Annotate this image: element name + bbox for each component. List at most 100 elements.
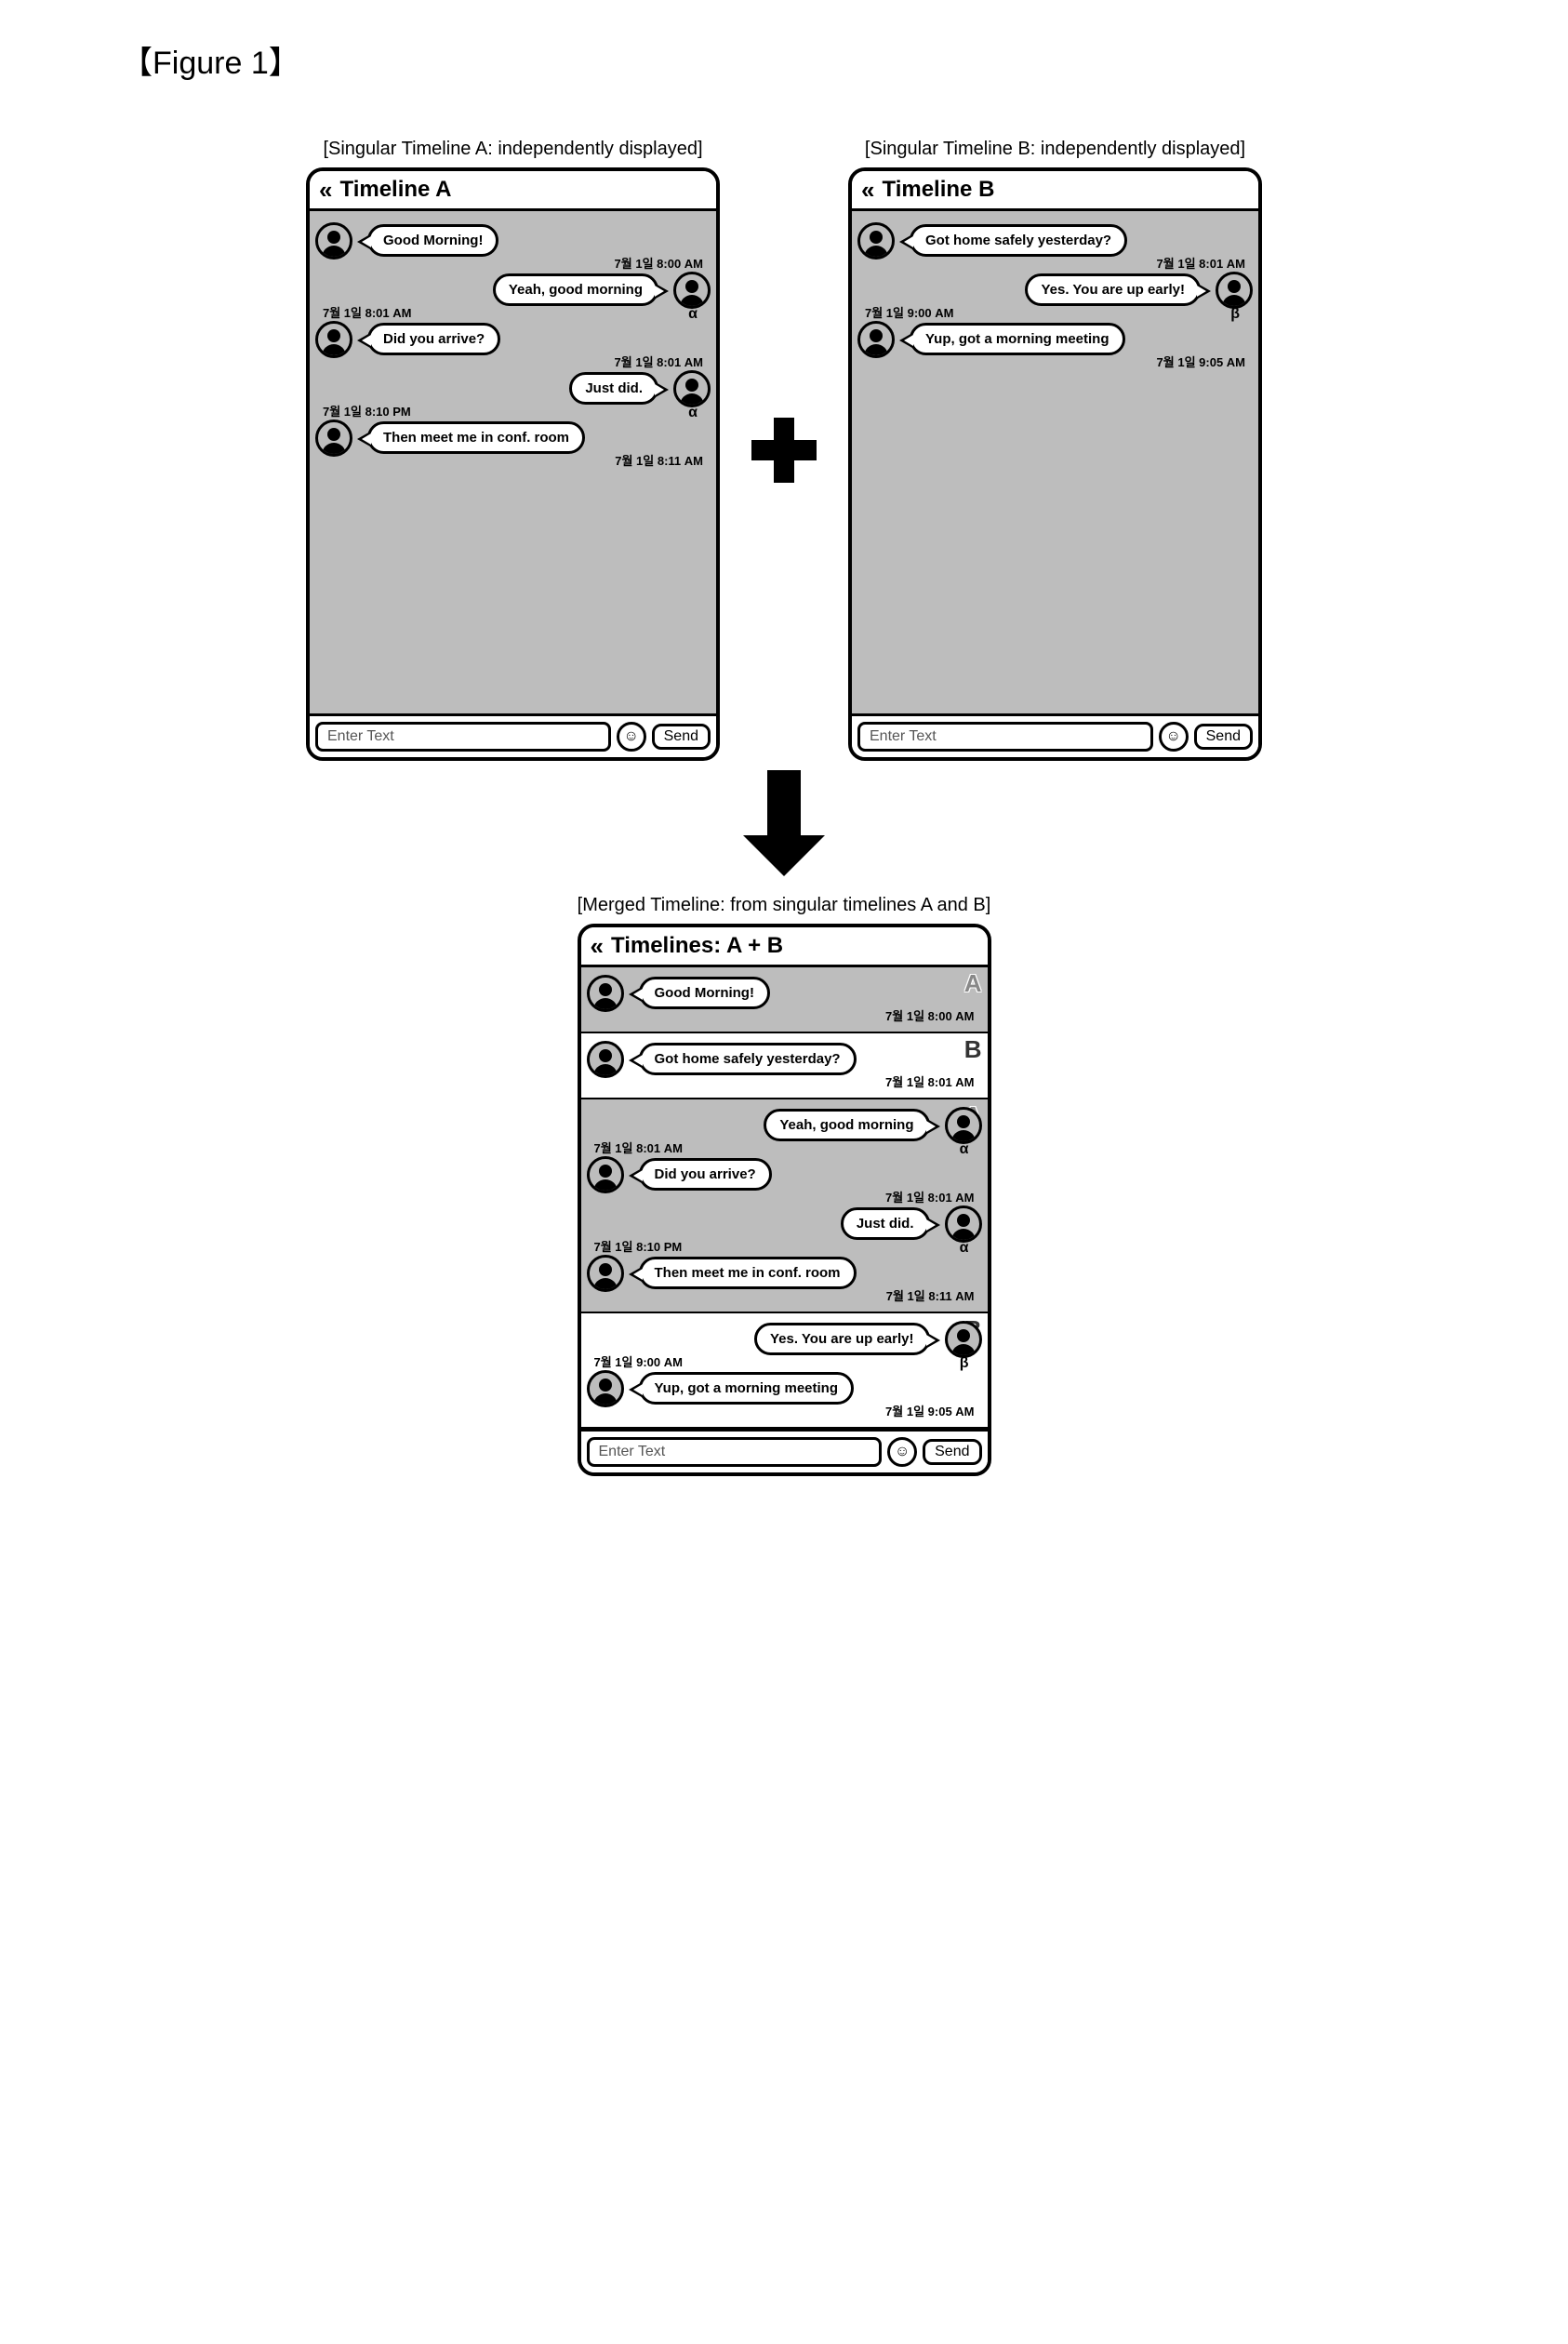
- message-bubble: Good Morning!: [367, 224, 498, 257]
- send-button-merged[interactable]: Send: [923, 1439, 981, 1465]
- message-bubble: Then meet me in conf. room: [367, 421, 585, 454]
- figure-title: 【Figure 1】: [121, 37, 1531, 83]
- message-bubble: Yes. You are up early!: [1025, 273, 1201, 306]
- message-timestamp: 7월 1일 8:11 AM: [886, 1286, 975, 1304]
- avatar-icon: [587, 1041, 624, 1078]
- top-row: [Singular Timeline A: independently disp…: [37, 139, 1531, 761]
- avatar-label: β: [1230, 306, 1240, 323]
- message-timestamp: 7월 1일 8:01 AM: [594, 1139, 683, 1156]
- back-chevron-icon[interactable]: «: [319, 178, 332, 202]
- message-timestamp: 7월 1일 8:00 AM: [615, 254, 703, 272]
- message-timestamp: 7월 1일 8:01 AM: [1157, 254, 1245, 272]
- message-timestamp: 7월 1일 8:01 AM: [885, 1188, 974, 1205]
- message-row: Then meet me in conf. room 7월 1일 8:11 AM: [315, 421, 711, 454]
- message-row: α Just did. 7월 1일 8:10 PM: [587, 1207, 982, 1240]
- phone-header-a: « Timeline A: [310, 171, 716, 211]
- avatar-icon: [587, 1156, 624, 1193]
- emoji-button-a[interactable]: ☺: [617, 722, 646, 752]
- chat-body-a: Good Morning! 7월 1일 8:00 AM α Yeah, good…: [310, 211, 716, 713]
- avatar-icon: [673, 272, 711, 309]
- message-timestamp: 7월 1일 8:01 AM: [323, 303, 411, 321]
- avatar-icon: [857, 321, 895, 358]
- message-row: β Yes. You are up early! 7월 1일 9:00 AM: [587, 1323, 982, 1355]
- message-bubble: Yeah, good morning: [493, 273, 658, 306]
- input-bar-merged: Enter Text ☺ Send: [581, 1429, 988, 1472]
- message-bubble: Yes. You are up early!: [754, 1323, 930, 1355]
- message-row: Yup, got a morning meeting 7월 1일 9:05 AM: [587, 1372, 982, 1405]
- message-row: Good Morning! 7월 1일 8:00 AM: [315, 224, 711, 257]
- caption-b: [Singular Timeline B: independently disp…: [865, 139, 1245, 160]
- message-timestamp: 7월 1일 8:00 AM: [885, 1006, 974, 1024]
- input-bar-a: Enter Text ☺ Send: [310, 713, 716, 757]
- message-timestamp: 7월 1일 8:10 PM: [323, 402, 411, 420]
- avatar-label: β: [960, 1355, 969, 1372]
- input-bar-b: Enter Text ☺ Send: [852, 713, 1258, 757]
- avatar-icon: [315, 321, 352, 358]
- phone-merged: « Timelines: A + B A Good Morning! 7월 1일…: [578, 924, 991, 1476]
- message-timestamp: 7월 1일 8:01 AM: [885, 1072, 974, 1090]
- message-bubble: Just did.: [569, 372, 658, 405]
- chat-body-b: Got home safely yesterday? 7월 1일 8:01 AM…: [852, 211, 1258, 713]
- merged-section: B β Yes. You are up early! 7월 1일 9:00 AM…: [581, 1312, 988, 1429]
- avatar-icon: [315, 420, 352, 457]
- avatar-label: α: [688, 405, 698, 421]
- message-bubble: Yup, got a morning meeting: [910, 323, 1125, 355]
- message-timestamp: 7월 1일 9:00 AM: [865, 303, 953, 321]
- message-row: Then meet me in conf. room 7월 1일 8:11 AM: [587, 1257, 982, 1289]
- phone-a: « Timeline A Good Morning! 7월 1일 8:00 AM…: [306, 167, 720, 761]
- avatar-icon: [587, 975, 624, 1012]
- message-bubble: Did you arrive?: [639, 1158, 772, 1191]
- plus-icon: [751, 418, 817, 483]
- message-timestamp: 7월 1일 9:00 AM: [594, 1352, 683, 1370]
- back-chevron-icon[interactable]: «: [591, 934, 604, 958]
- merged-section: B Got home safely yesterday? 7월 1일 8:01 …: [581, 1032, 988, 1099]
- message-bubble: Got home safely yesterday?: [639, 1043, 857, 1075]
- bottom-row: [Merged Timeline: from singular timeline…: [37, 895, 1531, 1476]
- message-row: Got home safely yesterday? 7월 1일 8:01 AM: [587, 1043, 982, 1075]
- message-bubble: Got home safely yesterday?: [910, 224, 1127, 257]
- caption-a: [Singular Timeline A: independently disp…: [323, 139, 702, 160]
- message-timestamp: 7월 1일 9:05 AM: [885, 1402, 974, 1419]
- text-input-merged[interactable]: Enter Text: [587, 1437, 883, 1467]
- message-bubble: Did you arrive?: [367, 323, 500, 355]
- avatar-icon: [945, 1205, 982, 1243]
- timeline-a-column: [Singular Timeline A: independently disp…: [306, 139, 720, 761]
- emoji-button-b[interactable]: ☺: [1159, 722, 1189, 752]
- message-row: Got home safely yesterday? 7월 1일 8:01 AM: [857, 224, 1253, 257]
- message-row: Yup, got a morning meeting 7월 1일 9:05 AM: [857, 323, 1253, 355]
- caption-merged: [Merged Timeline: from singular timeline…: [578, 895, 991, 916]
- avatar-icon: [587, 1370, 624, 1407]
- message-row: Did you arrive? 7월 1일 8:01 AM: [315, 323, 711, 355]
- message-bubble: Just did.: [841, 1207, 930, 1240]
- back-chevron-icon[interactable]: «: [861, 178, 874, 202]
- arrow-down-icon: [742, 770, 826, 876]
- text-input-b[interactable]: Enter Text: [857, 722, 1153, 752]
- phone-b: « Timeline B Got home safely yesterday? …: [848, 167, 1262, 761]
- emoji-button-merged[interactable]: ☺: [887, 1437, 917, 1467]
- avatar-label: α: [960, 1141, 969, 1158]
- message-bubble: Good Morning!: [639, 977, 770, 1009]
- message-bubble: Yeah, good morning: [764, 1109, 929, 1141]
- merged-section: A α Yeah, good morning 7월 1일 8:01 AM Did…: [581, 1099, 988, 1312]
- merged-section: A Good Morning! 7월 1일 8:00 AM: [581, 967, 988, 1032]
- message-timestamp: 7월 1일 9:05 AM: [1157, 353, 1245, 370]
- send-button-b[interactable]: Send: [1194, 724, 1253, 750]
- message-timestamp: 7월 1일 8:10 PM: [594, 1237, 683, 1255]
- send-button-a[interactable]: Send: [652, 724, 711, 750]
- message-row: α Yeah, good morning 7월 1일 8:01 AM: [315, 273, 711, 306]
- avatar-icon: [587, 1255, 624, 1292]
- phone-title-merged: Timelines: A + B: [611, 933, 783, 959]
- message-timestamp: 7월 1일 8:11 AM: [615, 451, 703, 469]
- avatar-icon: [673, 370, 711, 407]
- message-row: β Yes. You are up early! 7월 1일 9:00 AM: [857, 273, 1253, 306]
- avatar-icon: [945, 1107, 982, 1144]
- text-input-a[interactable]: Enter Text: [315, 722, 611, 752]
- phone-header-b: « Timeline B: [852, 171, 1258, 211]
- timeline-b-column: [Singular Timeline B: independently disp…: [848, 139, 1262, 761]
- message-row: α Just did. 7월 1일 8:10 PM: [315, 372, 711, 405]
- avatar-icon: [1216, 272, 1253, 309]
- avatar-icon: [945, 1321, 982, 1358]
- message-bubble: Yup, got a morning meeting: [639, 1372, 855, 1405]
- message-row: α Yeah, good morning 7월 1일 8:01 AM: [587, 1109, 982, 1141]
- avatar-icon: [857, 222, 895, 260]
